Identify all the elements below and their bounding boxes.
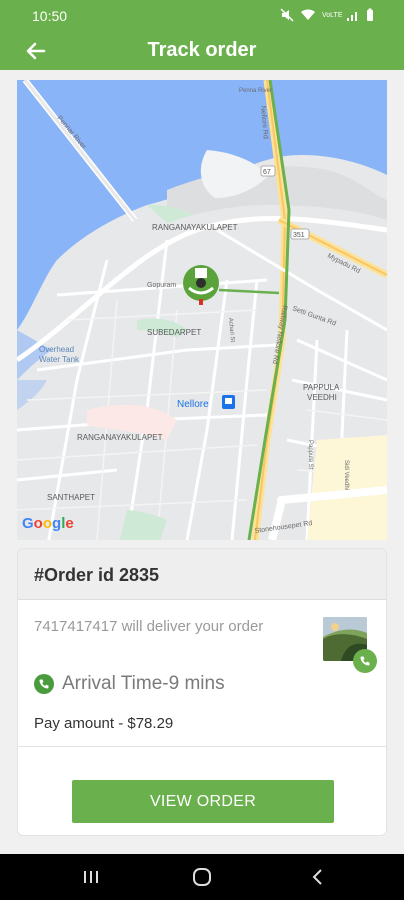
status-bar: 10:50 VoLTE <box>0 0 404 32</box>
map-canvas: Pennar River Penna River Nellore Rd RANG… <box>17 80 387 540</box>
map-label-nellore: Nellore <box>177 399 209 410</box>
recent-apps-icon <box>84 871 98 883</box>
home-icon <box>193 868 211 886</box>
order-card: #Order id 2835 7417417417 will deliver y… <box>17 548 387 836</box>
arrival-phone-icon <box>34 674 54 694</box>
route-shield-351: 351 <box>293 232 305 239</box>
back-chevron-icon <box>312 869 322 885</box>
pay-amount: Pay amount - $78.29 <box>34 715 174 732</box>
map-label-pappula: PAPPULA VEEDHI <box>303 383 340 402</box>
map-label-penna: Penna River <box>239 88 272 94</box>
delivery-person-text: 7417417417 will deliver your order <box>34 618 264 635</box>
map-label-ranganayakulapet-top: RANGANAYAKULAPET <box>152 223 238 232</box>
recent-apps-button[interactable] <box>81 867 101 887</box>
view-order-button[interactable]: VIEW ORDER <box>72 780 334 823</box>
page-title: Track order <box>147 39 257 61</box>
status-icons: VoLTE <box>280 8 374 22</box>
arrival-row: Arrival Time-9 mins <box>34 673 225 695</box>
back-button[interactable] <box>307 867 327 887</box>
map-view[interactable]: Pennar River Penna River Nellore Rd RANG… <box>17 80 387 540</box>
map-label-subedarpet: SUBEDARPET <box>147 328 201 337</box>
route-shield-67: 67 <box>263 169 271 176</box>
svg-text:Google: Google <box>22 515 74 532</box>
mute-icon <box>280 8 294 22</box>
home-button[interactable] <box>192 867 212 887</box>
system-nav-bar <box>0 854 404 900</box>
order-card-header: #Order id 2835 <box>18 549 386 600</box>
map-label-ranganayakulapet-bottom: RANGANAYAKULAPET <box>77 433 163 442</box>
phone-icon <box>360 656 370 666</box>
call-driver-button[interactable] <box>353 649 377 673</box>
order-id: #Order id 2835 <box>34 565 160 585</box>
battery-icon <box>367 8 373 21</box>
signal-icon <box>347 12 357 21</box>
map-label-gopuram: Gopuram <box>147 282 176 289</box>
volte-label: VoLTE <box>322 11 343 19</box>
map-label-sidi: Sidi Veedhi <box>343 460 349 490</box>
map-label-overhead: Overhead Water Tank <box>39 345 80 364</box>
wifi-icon <box>301 9 315 20</box>
google-logo: Google <box>22 515 74 532</box>
arrival-time: Arrival Time-9 mins <box>62 673 225 694</box>
app-bar: Track order <box>0 32 404 70</box>
railway-station-icon <box>222 395 235 409</box>
card-divider <box>18 746 386 747</box>
map-label-santhapet: SANTHAPET <box>47 493 95 502</box>
map-label-pappula-st: Pappula St <box>307 440 313 470</box>
status-time: 10:50 <box>32 8 68 24</box>
